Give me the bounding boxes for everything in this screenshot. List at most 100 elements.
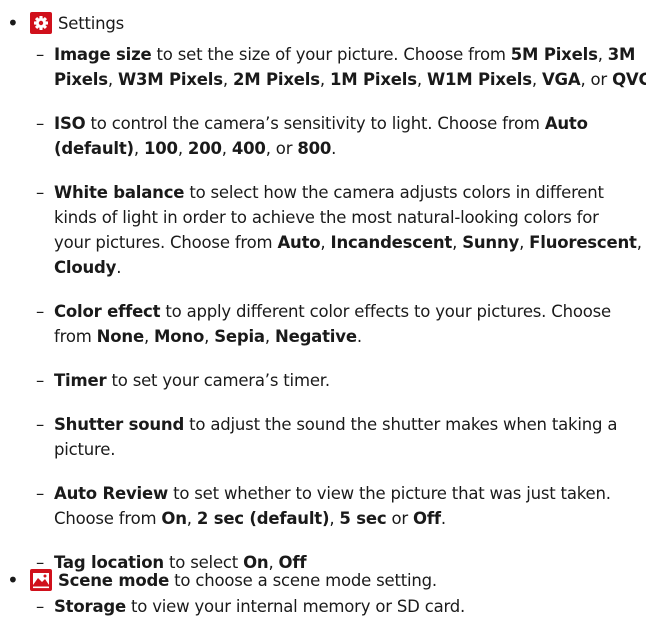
text-run: to adjust the sound the shutter makes wh…: [184, 415, 618, 434]
settings-item-text: Choose from On, 2 sec (default), 5 sec o…: [54, 506, 446, 531]
text-run: or: [386, 509, 414, 528]
bold-term: 1M Pixels: [329, 70, 417, 89]
text-run: , or: [265, 139, 298, 158]
text-run: .: [116, 258, 122, 277]
settings-item-text: from None, Mono, Sepia, Negative.: [54, 324, 362, 349]
scene-mode-rest: to choose a scene mode setting.: [169, 571, 437, 590]
bold-term: Image size: [54, 45, 152, 64]
text-run: , or: [636, 233, 646, 252]
text-run: ,: [264, 327, 275, 346]
settings-item-text: Color effect to apply different color ef…: [54, 299, 611, 324]
bold-term: Fluorescent: [529, 233, 637, 252]
text-run: ,: [416, 70, 427, 89]
bold-term: Incandescent: [330, 233, 453, 252]
scene-mode-label: Scene mode: [58, 571, 170, 590]
text-run: .: [356, 327, 362, 346]
settings-item-text: your pictures. Choose from Auto, Incande…: [54, 230, 646, 255]
bold-term: Off: [413, 509, 441, 528]
settings-item-text: Image size to set the size of your pictu…: [54, 42, 635, 67]
bold-term: Auto: [277, 233, 321, 252]
bold-term: On: [161, 509, 187, 528]
settings-label: Settings: [58, 14, 125, 33]
text-run: your pictures. Choose from: [54, 233, 278, 252]
bold-term: Shutter sound: [54, 415, 185, 434]
settings-item-text: picture.: [54, 437, 115, 462]
dash-marker: –: [36, 371, 45, 390]
text-run: to control the camera’s sensitivity to l…: [85, 114, 545, 133]
landscape-icon: [30, 569, 52, 591]
bold-term: VGA: [541, 70, 581, 89]
bold-term: Color effect: [54, 302, 161, 321]
text-run: ,: [221, 139, 232, 158]
settings-item-text: Storage to view your internal memory or …: [54, 594, 465, 619]
bold-term: 5M Pixels: [510, 45, 598, 64]
text-run: ,: [329, 509, 340, 528]
text-run: ,: [143, 327, 155, 346]
bold-term: 800: [297, 139, 332, 158]
text-run: to set the size of your picture. Choose …: [151, 45, 511, 64]
bold-term: 2 sec (default): [196, 509, 330, 528]
text-run: to apply different color effects to your…: [160, 302, 611, 321]
bold-term: Mono: [154, 327, 205, 346]
dash-marker: –: [36, 114, 45, 133]
bold-term: None: [96, 327, 144, 346]
bold-term: W3M Pixels: [117, 70, 223, 89]
text-run: ,: [452, 233, 463, 252]
settings-item-text: Timer to set your camera’s timer.: [54, 368, 330, 393]
settings-item-text: Shutter sound to adjust the sound the sh…: [54, 412, 617, 437]
bold-term: 100: [143, 139, 178, 158]
text-run: ,: [531, 70, 542, 89]
dash-marker: –: [36, 484, 45, 503]
bold-term: (default): [54, 139, 134, 158]
dash-marker: –: [36, 183, 45, 202]
settings-item-text: (default), 100, 200, 400, or 800.: [54, 136, 336, 161]
bold-term: Negative: [274, 327, 357, 346]
text-run: to set your camera’s timer.: [106, 371, 330, 390]
bold-term: Timer: [54, 371, 107, 390]
settings-item-text: White balance to select how the camera a…: [54, 180, 604, 205]
bold-term: White balance: [54, 183, 185, 202]
settings-item-text: Auto Review to set whether to view the p…: [54, 481, 611, 506]
bold-term: ISO: [54, 114, 86, 133]
bold-term: 3M: [607, 45, 636, 64]
text-run: kinds of light in order to achieve the m…: [54, 208, 599, 227]
text-run: to select how the camera adjusts colors …: [184, 183, 604, 202]
bold-term: Auto Review: [54, 484, 169, 503]
text-run: ,: [320, 233, 331, 252]
text-run: to set whether to view the picture that …: [168, 484, 611, 503]
text-run: ,: [519, 233, 530, 252]
gear-icon: [30, 12, 52, 34]
bold-term: 200: [187, 139, 222, 158]
text-run: ,: [597, 45, 608, 64]
text-run: ,: [222, 70, 233, 89]
settings-item-text: ISO to control the camera’s sensitivity …: [54, 111, 588, 136]
text-run: ,: [177, 139, 188, 158]
text-run: ,: [186, 509, 197, 528]
bold-term: 400: [231, 139, 266, 158]
bold-term: 5 sec: [339, 509, 387, 528]
text-run: picture.: [54, 440, 116, 459]
dash-marker: –: [36, 45, 45, 64]
text-run: .: [331, 139, 337, 158]
bold-term: Auto: [544, 114, 588, 133]
bold-term: Sepia: [214, 327, 265, 346]
text-run: Choose from: [54, 509, 162, 528]
bold-term: W1M Pixels: [426, 70, 532, 89]
settings-item-text: kinds of light in order to achieve the m…: [54, 205, 599, 230]
settings-item-text: Pixels, W3M Pixels, 2M Pixels, 1M Pixels…: [54, 67, 646, 92]
text-run: ,: [204, 327, 215, 346]
bold-term: Pixels: [54, 70, 108, 89]
text-run: ,: [319, 70, 330, 89]
text-run: from: [54, 327, 97, 346]
text-run: .: [440, 509, 446, 528]
manual-page: • Settings – Image size to set the size o…: [0, 0, 646, 616]
bold-term: Sunny: [462, 233, 520, 252]
bullet: •: [7, 11, 19, 35]
dash-marker: –: [36, 302, 45, 321]
text-run: ,: [107, 70, 118, 89]
bold-term: QVGA: [612, 70, 646, 89]
bold-term: Cloudy: [54, 258, 117, 277]
bullet: •: [7, 568, 19, 592]
dash-marker: –: [36, 597, 45, 616]
text-run: , or: [580, 70, 613, 89]
